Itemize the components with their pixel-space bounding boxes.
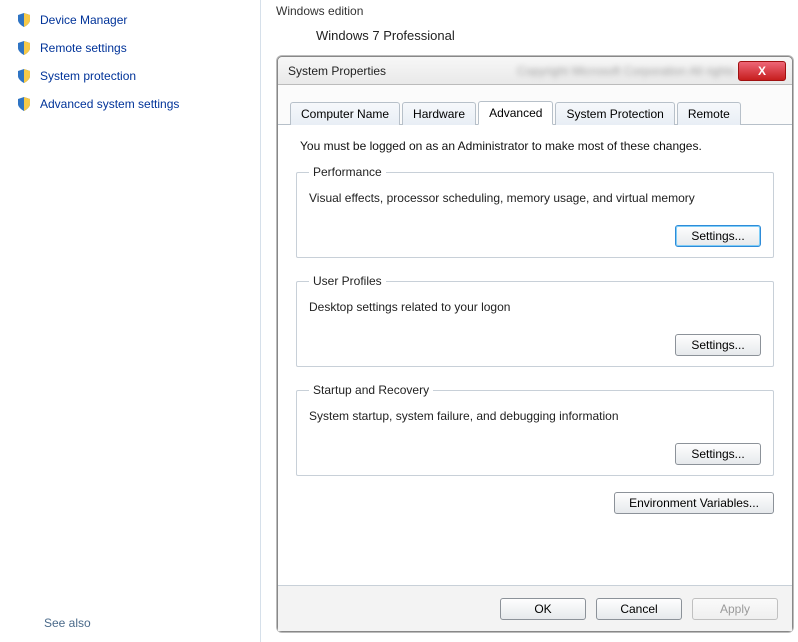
group-description: Desktop settings related to your logon bbox=[309, 300, 761, 314]
group-description: System startup, system failure, and debu… bbox=[309, 409, 761, 423]
dialog-title: System Properties bbox=[288, 64, 509, 78]
tab-strip: Computer Name Hardware Advanced System P… bbox=[278, 85, 792, 125]
tab-system-protection[interactable]: System Protection bbox=[555, 102, 674, 125]
group-legend: Performance bbox=[309, 165, 386, 179]
sidebar-link-label: Remote settings bbox=[40, 41, 127, 55]
shield-icon bbox=[16, 96, 32, 112]
group-user-profiles: User Profiles Desktop settings related t… bbox=[296, 274, 774, 367]
close-button[interactable]: X bbox=[738, 61, 786, 81]
system-properties-dialog: System Properties Copyright Microsoft Co… bbox=[277, 56, 793, 632]
admin-notice: You must be logged on as an Administrato… bbox=[300, 139, 774, 153]
dialog-footer: OK Cancel Apply bbox=[278, 585, 792, 631]
blurred-background-text: Copyright Microsoft Corporation All righ… bbox=[517, 64, 738, 78]
tab-hardware[interactable]: Hardware bbox=[402, 102, 476, 125]
startup-recovery-settings-button[interactable]: Settings... bbox=[675, 443, 761, 465]
sidebar-link-label: Device Manager bbox=[40, 13, 127, 27]
environment-variables-button[interactable]: Environment Variables... bbox=[614, 492, 774, 514]
control-panel-sidebar: Device Manager Remote settings System pr… bbox=[0, 0, 260, 642]
shield-icon bbox=[16, 12, 32, 28]
os-name-label: Windows 7 Professional bbox=[276, 18, 786, 43]
tab-content-advanced: You must be logged on as an Administrato… bbox=[278, 125, 792, 532]
tab-advanced[interactable]: Advanced bbox=[478, 101, 553, 125]
sidebar-link-advanced-system-settings[interactable]: Advanced system settings bbox=[10, 90, 250, 118]
shield-icon bbox=[16, 40, 32, 56]
section-heading: Windows edition bbox=[276, 4, 786, 18]
tab-computer-name[interactable]: Computer Name bbox=[290, 102, 400, 125]
sidebar-link-remote-settings[interactable]: Remote settings bbox=[10, 34, 250, 62]
cancel-button[interactable]: Cancel bbox=[596, 598, 682, 620]
user-profiles-settings-button[interactable]: Settings... bbox=[675, 334, 761, 356]
vertical-divider bbox=[260, 0, 261, 642]
group-legend: Startup and Recovery bbox=[309, 383, 433, 397]
performance-settings-button[interactable]: Settings... bbox=[675, 225, 761, 247]
see-also-label: See also bbox=[44, 616, 91, 630]
shield-icon bbox=[16, 68, 32, 84]
group-legend: User Profiles bbox=[309, 274, 386, 288]
sidebar-link-label: System protection bbox=[40, 69, 136, 83]
sidebar-link-label: Advanced system settings bbox=[40, 97, 179, 111]
tab-remote[interactable]: Remote bbox=[677, 102, 741, 125]
ok-button[interactable]: OK bbox=[500, 598, 586, 620]
dialog-titlebar[interactable]: System Properties Copyright Microsoft Co… bbox=[278, 57, 792, 85]
close-icon: X bbox=[758, 64, 766, 78]
group-performance: Performance Visual effects, processor sc… bbox=[296, 165, 774, 258]
group-startup-recovery: Startup and Recovery System startup, sys… bbox=[296, 383, 774, 476]
sidebar-link-system-protection[interactable]: System protection bbox=[10, 62, 250, 90]
windows-edition-section: Windows edition Windows 7 Professional bbox=[264, 0, 798, 47]
apply-button[interactable]: Apply bbox=[692, 598, 778, 620]
sidebar-link-device-manager[interactable]: Device Manager bbox=[10, 6, 250, 34]
group-description: Visual effects, processor scheduling, me… bbox=[309, 191, 761, 205]
